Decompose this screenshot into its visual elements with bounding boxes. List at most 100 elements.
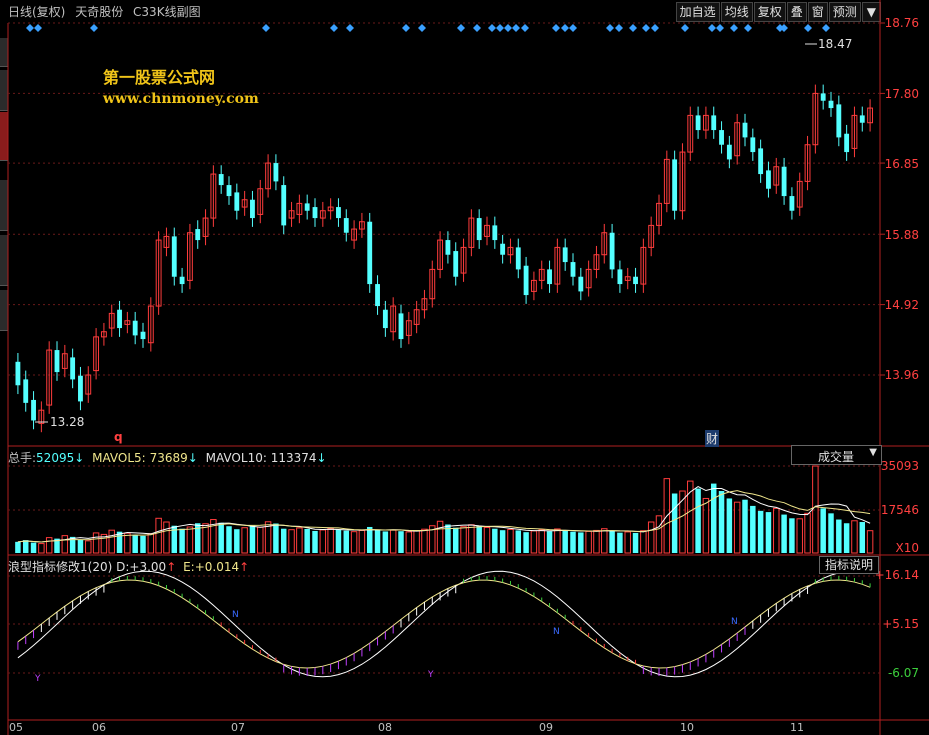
- event-diamond-icon: [496, 24, 504, 32]
- up-arrow-icon: ↑: [239, 560, 250, 574]
- chevron-down-icon: ▼: [869, 447, 877, 458]
- event-diamond-icon: [488, 24, 496, 32]
- volume-bar: [585, 530, 592, 554]
- event-diamond-icon: [457, 24, 465, 32]
- high-price-label: 18.47: [818, 37, 853, 51]
- candle-body: [789, 196, 795, 211]
- mavol5-label: MAVOL5:: [92, 451, 146, 465]
- price-axis-label: 15.88: [884, 228, 919, 242]
- marker-q[interactable]: q: [114, 430, 123, 444]
- volume-axis-label: 35093: [880, 459, 919, 473]
- candle-body: [304, 203, 310, 211]
- event-diamond-icon: [34, 24, 42, 32]
- event-diamond-icon: [569, 24, 577, 32]
- volume-bar: [257, 526, 264, 554]
- candle-body: [719, 130, 724, 145]
- volume-bar: [546, 531, 553, 553]
- candle-body: [758, 148, 764, 175]
- candle-body: [382, 309, 388, 329]
- volume-bar: [327, 527, 334, 554]
- volume-bar: [804, 512, 811, 554]
- volume-bar: [186, 526, 194, 554]
- candle-body: [445, 240, 451, 255]
- volume-bar: [859, 522, 866, 553]
- up-arrow-icon: ↑: [166, 560, 177, 574]
- low-price-label: 13.28: [50, 415, 85, 429]
- volume-bar: [22, 540, 29, 553]
- signal-marker: N: [553, 627, 560, 637]
- candle-body: [820, 93, 826, 101]
- signal-marker: N: [731, 617, 738, 627]
- candle-body: [54, 350, 60, 373]
- volume-bar: [389, 529, 397, 554]
- event-diamond-icon: [780, 24, 788, 32]
- candle-body: [398, 313, 404, 340]
- financial-marker[interactable]: 财: [705, 430, 720, 447]
- total-volume-label: 总手:: [8, 451, 37, 465]
- volume-bar: [515, 530, 522, 553]
- volume-bar: [843, 523, 850, 553]
- price-axis-label: 17.80: [884, 87, 919, 101]
- event-diamond-icon: [716, 24, 724, 32]
- event-diamond-icon: [606, 24, 614, 32]
- volume-header: 总手:52095↓ MAVOL5: 73689↓ MAVOL10: 113374…: [8, 449, 327, 466]
- candle-body: [476, 218, 482, 241]
- candle-body: [515, 247, 521, 270]
- volume-bar: [632, 532, 639, 553]
- candle-body: [711, 115, 717, 131]
- down-arrow-icon: ↓: [74, 451, 85, 465]
- volume-bar: [710, 483, 717, 553]
- volume-bar: [726, 498, 733, 553]
- volume-bar: [226, 526, 232, 553]
- event-diamond-icon: [804, 24, 812, 32]
- volume-bar: [578, 532, 584, 553]
- volume-bar: [671, 493, 678, 553]
- event-diamond-icon: [561, 24, 569, 32]
- volume-bar: [312, 530, 318, 553]
- volume-bar: [476, 525, 482, 553]
- volume-bar: [85, 540, 92, 554]
- volume-bar: [702, 497, 710, 554]
- volume-bar: [421, 528, 428, 554]
- event-diamond-icon: [26, 24, 34, 32]
- volume-bar: [796, 518, 803, 554]
- event-diamond-icon: [330, 24, 338, 32]
- indicator-axis-label: -6.07: [887, 666, 919, 680]
- volume-bar: [413, 530, 420, 554]
- indicator-help-button[interactable]: 指标说明: [819, 556, 879, 574]
- volume-bar: [554, 528, 561, 554]
- volume-axis-label: 17546: [880, 503, 919, 517]
- candle-body: [844, 133, 850, 153]
- candle-body: [23, 379, 29, 403]
- volume-indicator-dropdown[interactable]: 成交量 ▼: [791, 445, 882, 465]
- event-diamond-icon: [822, 24, 830, 32]
- price-axis-label: 16.85: [884, 157, 919, 171]
- candle-body: [859, 115, 865, 123]
- candle-body: [781, 166, 787, 197]
- event-diamond-icon: [473, 24, 481, 32]
- volume-bar: [836, 519, 842, 553]
- volume-bar: [789, 518, 795, 553]
- volume-bar: [523, 532, 529, 553]
- indicator-axis-label: +16.14: [874, 568, 919, 582]
- candle-body: [695, 115, 701, 131]
- volume-bar: [601, 528, 608, 554]
- event-diamond-icon: [504, 24, 512, 32]
- candle-body: [70, 357, 76, 380]
- volume-bar: [30, 542, 37, 553]
- volume-bar: [108, 529, 115, 554]
- down-arrow-icon: ↓: [316, 451, 327, 465]
- month-label: 05: [9, 721, 23, 734]
- indicator-lines: Y N Y N N: [17, 570, 871, 684]
- volume-bar: [234, 529, 240, 553]
- candle-body: [633, 276, 638, 285]
- volume-bar: [530, 530, 538, 554]
- volume-bar: [640, 530, 647, 554]
- candle-body: [171, 236, 177, 277]
- candle-body: [578, 276, 584, 292]
- candle-body: [78, 375, 83, 402]
- candle-body: [672, 159, 678, 211]
- kline-chart[interactable]: Y N Y N N: [0, 0, 929, 735]
- candle-body: [343, 218, 349, 233]
- event-diamond-icon: [629, 24, 637, 32]
